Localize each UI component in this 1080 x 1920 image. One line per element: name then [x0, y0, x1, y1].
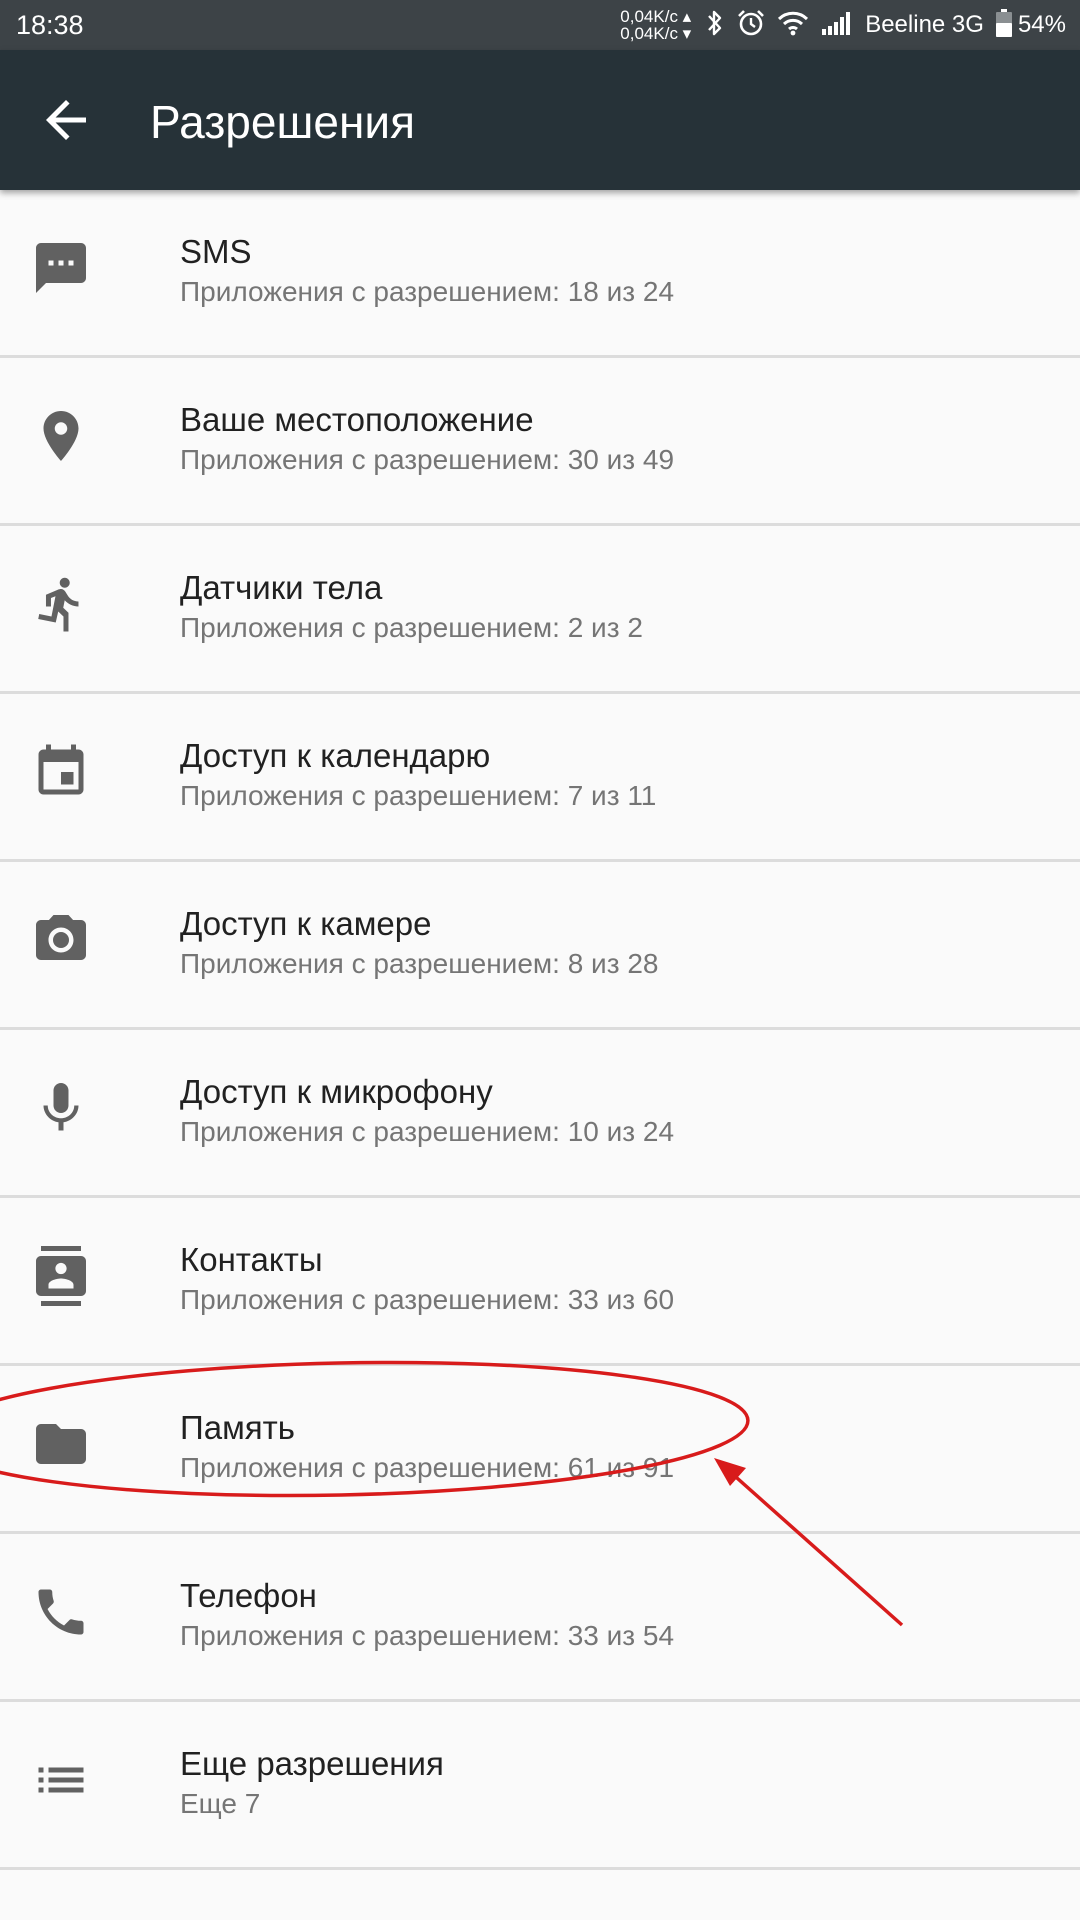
permission-title: Доступ к календарю [180, 737, 491, 774]
permission-count: Приложения с разрешением: 7 из 11 [180, 780, 657, 811]
phone-icon [31, 1582, 91, 1642]
permission-item-sms[interactable]: SMS Приложения с разрешением: 18 из 24 [0, 190, 1080, 358]
wifi-icon [777, 10, 809, 41]
network-download-speed: 0,04K/c ▾ [620, 24, 692, 43]
carrier-name: Beeline 3G [865, 11, 984, 38]
alarm-icon [737, 9, 765, 42]
microphone-icon [31, 1078, 91, 1138]
list-icon [31, 1750, 91, 1810]
folder-icon [31, 1414, 91, 1474]
back-button[interactable] [36, 90, 96, 150]
permission-title: Доступ к камере [180, 905, 432, 942]
permission-count: Приложения с разрешением: 33 из 54 [180, 1620, 675, 1651]
sms-icon [31, 238, 91, 298]
camera-icon [31, 910, 91, 970]
signal-icon [821, 11, 853, 40]
permission-count: Приложения с разрешением: 10 из 24 [180, 1116, 675, 1147]
permission-title: Ваше местоположение [180, 401, 534, 438]
permissions-list: SMS Приложения с разрешением: 18 из 24 В… [0, 190, 1080, 1870]
arrow-back-icon [46, 100, 86, 140]
status-time: 18:38 [16, 10, 84, 40]
permission-title: Телефон [180, 1577, 317, 1614]
permission-item-camera[interactable]: Доступ к камере Приложения с разрешением… [0, 862, 1080, 1030]
permission-item-location[interactable]: Ваше местоположение Приложения с разреше… [0, 358, 1080, 526]
battery-icon [995, 8, 1012, 42]
network-upload-speed: 0,04K/c ▴ [620, 7, 692, 26]
permission-count: Приложения с разрешением: 61 из 91 [180, 1452, 675, 1483]
location-icon [31, 406, 91, 466]
permission-count: Еще 7 [180, 1788, 261, 1819]
page-title: Разрешения [150, 96, 415, 148]
status-indicators: 0,04K/c ▴ 0,04K/c ▾ Beeline 3G 54% [620, 0, 1066, 50]
permission-item-phone[interactable]: Телефон Приложения с разрешением: 33 из … [0, 1534, 1080, 1702]
permission-item-more[interactable]: Еще разрешения Еще 7 [0, 1702, 1080, 1870]
permission-title: Память [180, 1409, 295, 1446]
battery-level: 54% [1017, 11, 1066, 38]
permission-count: Приложения с разрешением: 2 из 2 [180, 612, 643, 643]
permission-item-storage[interactable]: Память Приложения с разрешением: 61 из 9… [0, 1366, 1080, 1534]
contacts-icon [31, 1246, 91, 1306]
permission-title: Еще разрешения [180, 1745, 444, 1782]
permission-count: Приложения с разрешением: 8 из 28 [180, 948, 659, 979]
bluetooth-icon [705, 9, 725, 42]
permission-count: Приложения с разрешением: 30 из 49 [180, 444, 675, 475]
permission-count: Приложения с разрешением: 18 из 24 [180, 276, 675, 307]
permission-count: Приложения с разрешением: 33 из 60 [180, 1284, 675, 1315]
status-bar: 18:38 0,04K/c ▴ 0,04K/c ▾ Beeline 3G 54% [0, 0, 1080, 50]
permission-item-contacts[interactable]: Контакты Приложения с разрешением: 33 из… [0, 1198, 1080, 1366]
permission-title: Датчики тела [180, 569, 383, 606]
network-speed: 0,04K/c ▴ 0,04K/c ▾ [620, 8, 691, 42]
permission-item-body-sensors[interactable]: Датчики тела Приложения с разрешением: 2… [0, 526, 1080, 694]
permission-title: SMS [180, 233, 252, 270]
app-bar: Разрешения [0, 50, 1080, 190]
calendar-icon [31, 742, 91, 802]
permission-title: Доступ к микрофону [180, 1073, 493, 1110]
permission-item-microphone[interactable]: Доступ к микрофону Приложения с разрешен… [0, 1030, 1080, 1198]
permission-item-calendar[interactable]: Доступ к календарю Приложения с разрешен… [0, 694, 1080, 862]
body-sensors-icon [31, 574, 91, 634]
permission-title: Контакты [180, 1241, 323, 1278]
